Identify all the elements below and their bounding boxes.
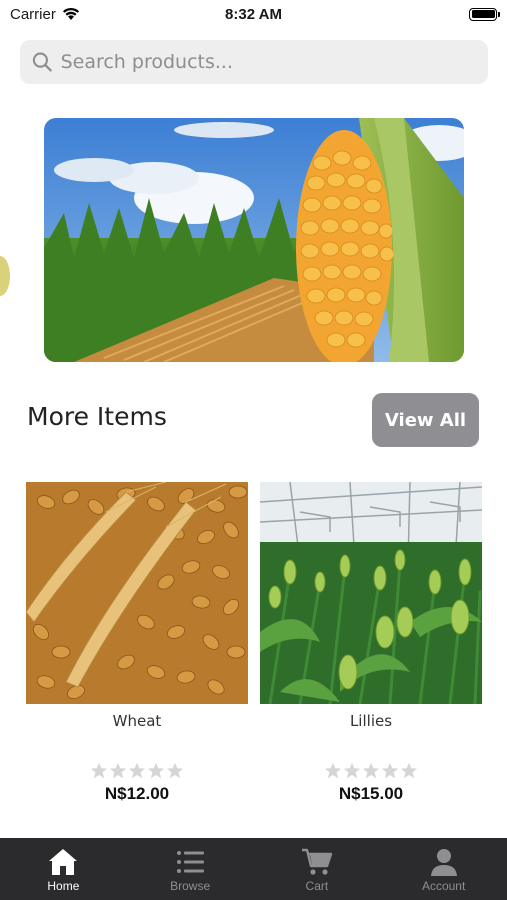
star-icon	[343, 762, 361, 779]
tab-label: Account	[421, 879, 466, 893]
wifi-icon	[62, 7, 79, 20]
search-icon	[32, 52, 52, 72]
star-icon	[400, 762, 418, 779]
star-icon	[128, 762, 146, 779]
star-rating	[26, 762, 248, 780]
battery-icon	[469, 7, 500, 21]
section-title: More Items	[27, 402, 167, 431]
tab-bar: Home Browse Cart Account	[0, 838, 507, 900]
banner-image-corn	[44, 118, 464, 362]
product-card[interactable]: Lillies N$15.00	[260, 482, 482, 804]
product-price: N$15.00	[338, 784, 404, 803]
tab-account[interactable]: Account	[380, 838, 507, 900]
view-all-button[interactable]: View All	[372, 393, 479, 447]
tab-label: Home	[47, 879, 80, 893]
tab-home[interactable]: Home	[0, 838, 127, 900]
search-bar[interactable]	[20, 40, 488, 84]
product-card[interactable]: Wheat N$12.00	[26, 482, 248, 804]
tab-browse[interactable]: Browse	[127, 838, 254, 900]
star-icon	[166, 762, 184, 779]
search-input[interactable]	[60, 51, 476, 73]
cart-icon	[301, 848, 333, 875]
star-icon	[109, 762, 127, 779]
carrier-label: Carrier	[10, 5, 56, 23]
home-icon	[49, 849, 78, 875]
product-image-wheat	[26, 482, 248, 704]
list-icon	[177, 851, 205, 873]
promo-banner[interactable]	[44, 118, 464, 362]
product-image-lillies	[260, 482, 482, 704]
product-price: N$12.00	[104, 784, 170, 803]
banner-previous-slide[interactable]	[0, 118, 12, 362]
star-icon	[324, 762, 342, 779]
star-icon	[381, 762, 399, 779]
star-icon	[147, 762, 165, 779]
tab-cart[interactable]: Cart	[254, 838, 381, 900]
star-icon	[362, 762, 380, 779]
star-rating	[260, 762, 482, 780]
status-left: Carrier	[10, 6, 80, 23]
status-bar: Carrier 8:32 AM	[0, 0, 507, 28]
product-name: Wheat	[112, 712, 162, 730]
tab-label: Browse	[170, 879, 211, 893]
account-icon	[430, 849, 457, 876]
star-icon	[90, 762, 108, 779]
product-name: Lillies	[349, 712, 393, 730]
tab-label: Cart	[305, 879, 329, 893]
